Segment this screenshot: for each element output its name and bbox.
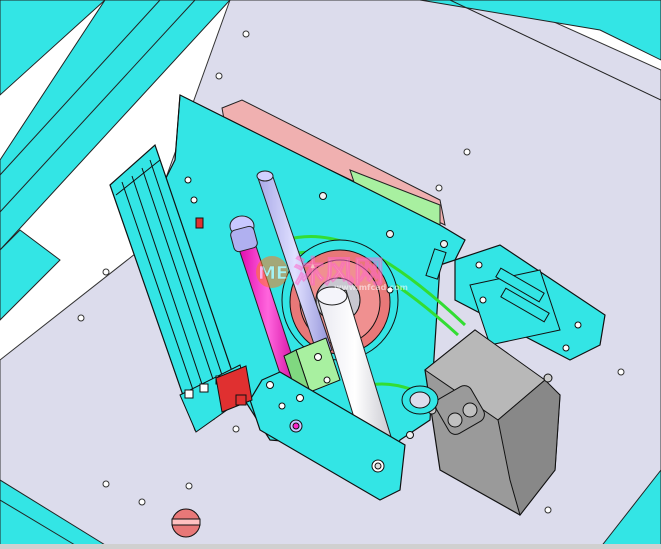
watermark-logo: ME xyxy=(258,263,288,284)
bottom-edge-strip xyxy=(0,544,661,549)
screw-knob xyxy=(171,508,201,538)
cad-assembly-scene: ME 沐风网 www.mfcad.com xyxy=(0,0,661,549)
watermark-url: www.mfcad.com xyxy=(334,283,408,292)
motor-pulley xyxy=(401,385,439,415)
frame-strip-left xyxy=(0,229,61,321)
